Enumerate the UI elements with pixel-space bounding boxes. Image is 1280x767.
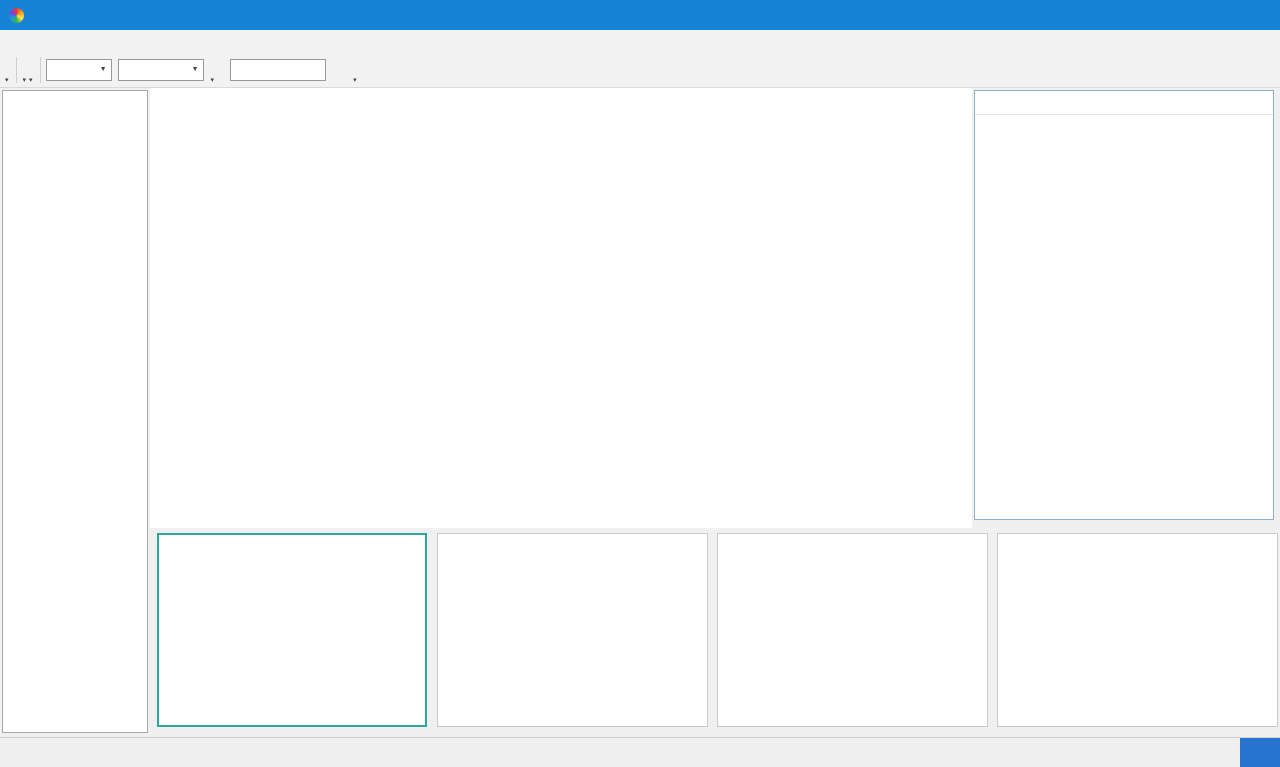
delta-e-chart-panel[interactable] [437, 533, 708, 727]
app-icon [9, 8, 24, 23]
toolbar-separator [40, 57, 41, 83]
toolbar-overflow-icon[interactable]: ▾ [5, 76, 9, 84]
color-difference-panel [974, 90, 1274, 520]
sample-tree-panel [2, 90, 148, 733]
chevron-down-icon: ▼ [192, 66, 199, 73]
spectral-chart-panel[interactable] [717, 533, 988, 727]
illuminant-observer-select[interactable]: ▼ [118, 59, 204, 81]
toolbar-overflow-icon[interactable]: ▾ [211, 76, 215, 84]
toolbar-separator [16, 57, 17, 83]
toolbar-overflow-icon[interactable]: ▾ [23, 76, 27, 84]
titlebar [0, 0, 1280, 30]
maximize-button[interactable] [1188, 0, 1234, 30]
toolbar: ▾ ▾ ▾ ▼ ▼ ▾ ▾ [0, 52, 1280, 88]
close-button[interactable] [1234, 0, 1280, 30]
panel-header [975, 91, 1273, 115]
gamut-chart-panel[interactable] [997, 533, 1278, 727]
search-button[interactable] [326, 59, 352, 81]
toolbar-overflow-icon[interactable]: ▾ [29, 76, 33, 84]
main-area [150, 88, 972, 528]
sci-mode-select[interactable]: ▼ [46, 59, 112, 81]
statusbar [0, 737, 1280, 766]
scatter-chart-panel[interactable] [157, 533, 427, 727]
menubar [0, 30, 1280, 52]
statusbar-accent [1240, 738, 1280, 767]
minimize-button[interactable] [1142, 0, 1188, 30]
chevron-down-icon: ▼ [100, 66, 107, 73]
search-input[interactable] [230, 59, 326, 81]
toolbar-overflow-icon[interactable]: ▾ [353, 76, 357, 84]
